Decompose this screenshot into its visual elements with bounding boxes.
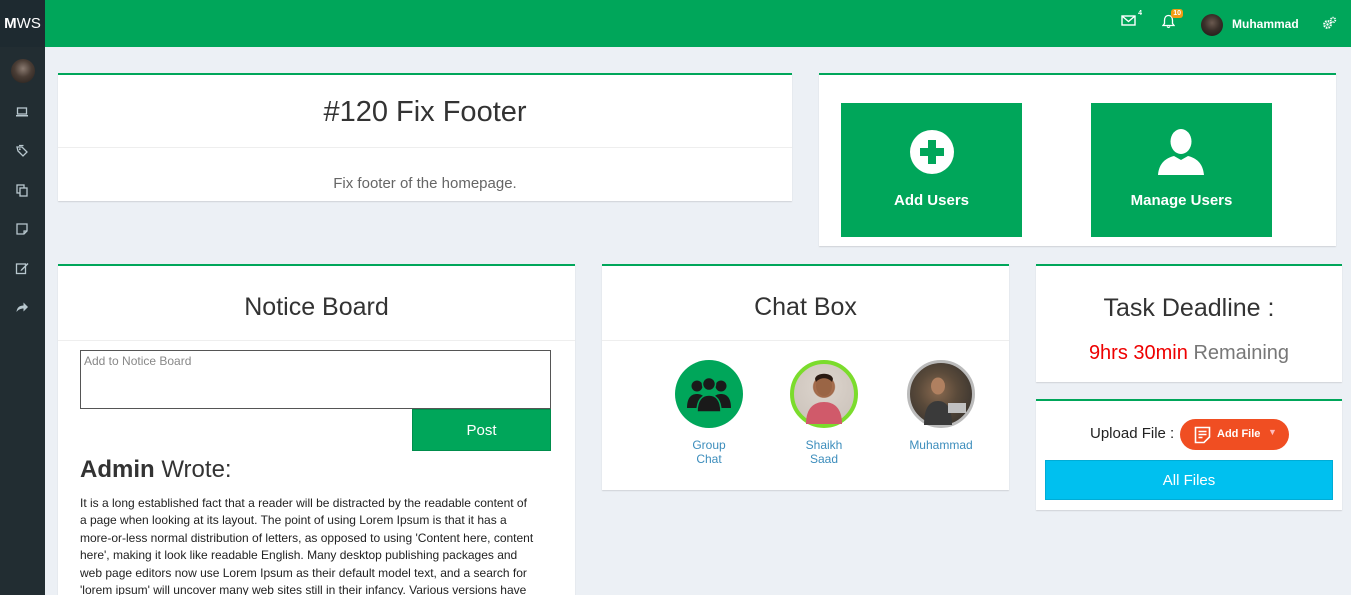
add-users-label: Add Users xyxy=(893,192,970,209)
contact-name: Muhammad xyxy=(909,438,973,452)
divider xyxy=(58,340,575,341)
mail-count-badge: 4 xyxy=(1138,10,1142,17)
caret-down-icon: ▼ xyxy=(1268,427,1277,437)
task-deadline-panel: Task Deadline : 9hrs 30min Remaining xyxy=(1036,264,1342,382)
user-name[interactable]: Muhammad xyxy=(1232,17,1299,31)
user-avatar[interactable] xyxy=(1201,14,1223,36)
notice-author: Admin xyxy=(80,456,155,483)
group-icon xyxy=(675,360,743,428)
chat-group[interactable]: Group Chat xyxy=(675,360,743,466)
add-file-button[interactable]: Add File ▼ xyxy=(1180,419,1289,450)
notification-count-badge: 10 xyxy=(1171,9,1183,18)
user-management-panel: Add Users Manage Users xyxy=(819,73,1336,246)
laptop-icon[interactable] xyxy=(15,105,29,119)
top-navbar: M WS 4 10 Muhammad xyxy=(0,0,1351,47)
deadline-time: 9hrs 30min xyxy=(1088,342,1188,364)
plus-circle-icon xyxy=(909,129,955,180)
chat-box-title: Chat Box xyxy=(754,293,857,321)
edit-icon[interactable] xyxy=(15,261,29,275)
share-icon[interactable] xyxy=(15,300,29,314)
notice-board-panel: Notice Board Add to Notice Board Post Ad… xyxy=(58,264,575,595)
contact-avatar xyxy=(907,360,975,428)
chat-box-panel: Chat Box Group Chat Shaikh Saad Muhammad xyxy=(602,264,1009,490)
divider xyxy=(602,340,1009,341)
task-description: Fix footer of the homepage. xyxy=(333,175,517,192)
notice-author-heading: Admin Wrote: xyxy=(80,456,232,483)
post-button[interactable]: Post xyxy=(412,409,551,451)
bell-icon[interactable]: 10 xyxy=(1161,9,1183,34)
contact-name: Shaikh Saad xyxy=(805,438,843,466)
app-logo[interactable]: M WS xyxy=(0,0,45,47)
sidebar xyxy=(0,47,45,595)
add-users-button[interactable]: Add Users xyxy=(841,103,1022,237)
file-icon xyxy=(1194,426,1211,447)
contact-avatar xyxy=(790,360,858,428)
copy-icon[interactable] xyxy=(15,183,29,197)
deadline-remaining: 9hrs 30min Remaining xyxy=(1088,342,1290,364)
divider xyxy=(58,147,792,148)
gears-icon[interactable] xyxy=(1322,16,1337,35)
chat-contact-shaikh-saad[interactable]: Shaikh Saad xyxy=(790,360,858,466)
mail-icon[interactable]: 4 xyxy=(1121,10,1142,32)
all-files-button[interactable]: All Files xyxy=(1045,460,1333,500)
add-file-label: Add File xyxy=(1217,428,1261,440)
upload-file-panel: Upload File : Add File ▼ All Files xyxy=(1036,399,1342,510)
task-title: #120 Fix Footer xyxy=(323,96,527,128)
notice-board-title: Notice Board xyxy=(244,293,389,321)
upload-label: Upload File : xyxy=(1090,425,1175,442)
chat-contact-muhammad[interactable]: Muhammad xyxy=(905,360,977,452)
sticky-note-icon[interactable] xyxy=(15,222,29,236)
notice-text: It is a long established fact that a rea… xyxy=(80,496,534,595)
deadline-title: Task Deadline : xyxy=(1103,294,1275,322)
manage-users-label: Manage Users xyxy=(1130,192,1233,209)
chat-group-label: Group Chat xyxy=(692,438,726,466)
task-panel: #120 Fix Footer Fix footer of the homepa… xyxy=(58,73,792,201)
tags-icon[interactable] xyxy=(15,144,29,158)
user-icon xyxy=(1157,127,1205,180)
manage-users-button[interactable]: Manage Users xyxy=(1091,103,1272,237)
notice-textarea[interactable]: Add to Notice Board xyxy=(80,350,551,409)
sidebar-avatar[interactable] xyxy=(11,59,35,83)
